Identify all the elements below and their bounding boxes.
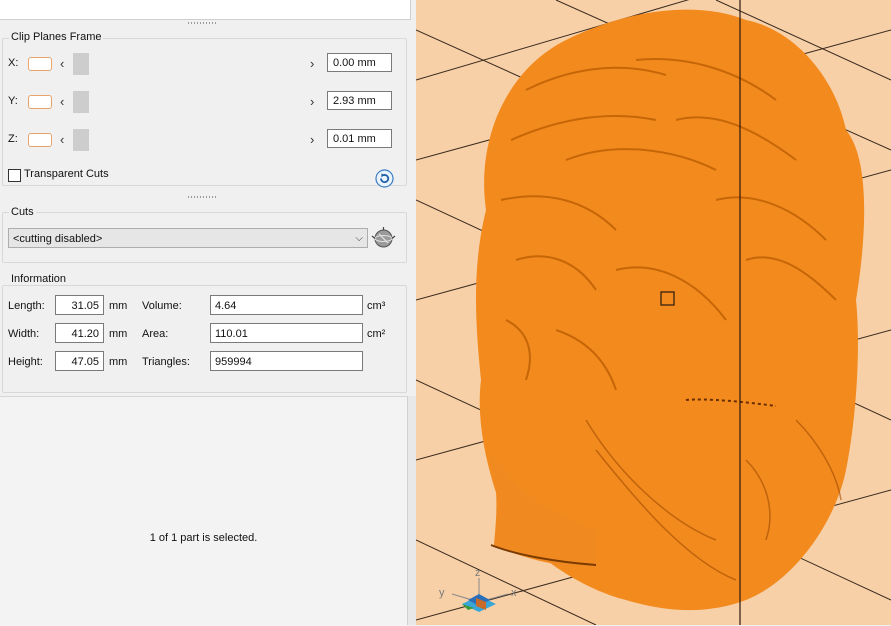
clip-planes-title: Clip Planes Frame [9, 31, 104, 43]
width-value: 41.20 [55, 323, 104, 343]
axis-y-label: Y: [8, 95, 18, 107]
slider-left-arrow-icon[interactable]: ‹ [60, 91, 64, 113]
area-value: 110.01 [210, 323, 363, 343]
transparent-cuts-label: Transparent Cuts [24, 168, 109, 180]
area-label: Area: [142, 328, 169, 340]
cuts-title: Cuts [9, 206, 36, 218]
cuts-dropdown[interactable]: <cutting disabled> ⌵ [8, 228, 368, 248]
viewport-scene[interactable]: z x y [416, 0, 891, 625]
length-label: Length: [8, 300, 45, 312]
splitter-grip[interactable] [188, 196, 216, 198]
3d-viewport[interactable]: z x y [416, 0, 891, 625]
axis-y-value-field[interactable]: 2.93 mm [327, 91, 392, 110]
gizmo-x-label: x [511, 587, 517, 599]
transparent-cuts-checkbox[interactable] [8, 169, 21, 182]
splitter-grip[interactable] [188, 22, 216, 24]
slider-right-arrow-icon[interactable]: › [310, 129, 314, 151]
axis-x-label: X: [8, 57, 19, 69]
area-unit: cm² [367, 328, 386, 340]
volume-value: 4.64 [210, 295, 363, 315]
slider-thumb[interactable] [73, 129, 89, 151]
length-value: 31.05 [55, 295, 104, 315]
cut-sphere-icon[interactable] [371, 226, 396, 250]
information-title: Information [9, 273, 69, 285]
length-unit: mm [109, 300, 128, 312]
selection-status: 1 of 1 part is selected. [149, 532, 258, 544]
height-label: Height: [8, 356, 43, 368]
slider-thumb[interactable] [73, 91, 89, 113]
slider-left-arrow-icon[interactable]: ‹ [60, 129, 64, 151]
width-unit: mm [109, 328, 128, 340]
cuts-selected-value: <cutting disabled> [13, 233, 103, 245]
volume-unit: cm³ [367, 300, 386, 312]
reset-icon[interactable] [375, 169, 394, 188]
axis-y-color-swatch[interactable] [28, 95, 52, 109]
triangles-value: 959994 [210, 351, 363, 371]
height-unit: mm [109, 356, 128, 368]
height-value: 47.05 [55, 351, 104, 371]
axis-z-color-swatch[interactable] [28, 133, 52, 147]
gizmo-y-label: y [439, 587, 445, 599]
slider-left-arrow-icon[interactable]: ‹ [60, 53, 64, 75]
width-label: Width: [8, 328, 40, 340]
chevron-down-icon: ⌵ [355, 233, 363, 244]
axis-x-slider[interactable]: ‹ › [58, 53, 322, 75]
top-list-area[interactable] [0, 0, 411, 20]
slider-thumb[interactable] [73, 53, 89, 75]
volume-label: Volume: [142, 300, 182, 312]
side-panel: Clip Planes Frame X: ‹ › 0.00 mm Y: ‹ › … [0, 0, 417, 626]
axis-x-color-swatch[interactable] [28, 57, 52, 71]
head-model[interactable] [476, 9, 865, 611]
axis-gizmo [451, 578, 509, 612]
slider-right-arrow-icon[interactable]: › [310, 91, 314, 113]
triangles-label: Triangles: [142, 356, 190, 368]
axis-x-value-field[interactable]: 0.00 mm [327, 53, 392, 72]
gizmo-z-label: z [475, 567, 481, 579]
axis-z-label: Z: [8, 133, 18, 145]
axis-z-slider[interactable]: ‹ › [58, 129, 322, 151]
selection-panel: 1 of 1 part is selected. [0, 396, 407, 626]
axis-y-slider[interactable]: ‹ › [58, 91, 322, 113]
axis-z-value-field[interactable]: 0.01 mm [327, 129, 392, 148]
slider-right-arrow-icon[interactable]: › [310, 53, 314, 75]
